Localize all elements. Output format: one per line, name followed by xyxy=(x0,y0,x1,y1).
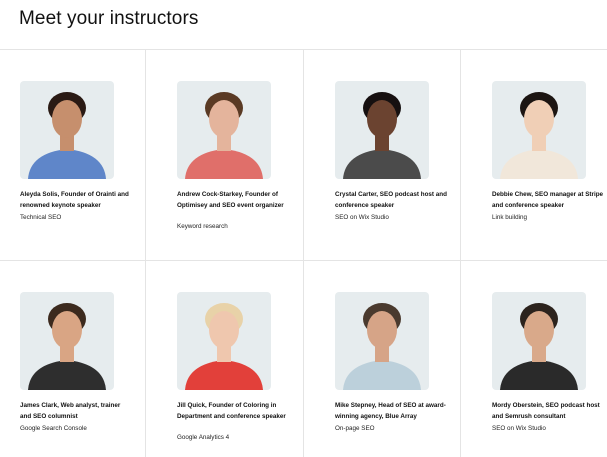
instructor-name: Aleyda Solis, Founder of Orainti and ren… xyxy=(20,191,129,209)
instructor-card[interactable]: Aleyda Solis, Founder of Orainti and ren… xyxy=(0,50,146,261)
instructor-topic: Google Search Console xyxy=(20,425,87,432)
instructor-card[interactable]: Jill Quick, Founder of Coloring in Depar… xyxy=(146,261,304,457)
page-header: Meet your instructors xyxy=(0,0,607,50)
portrait-face xyxy=(52,311,82,349)
instructor-grid: Aleyda Solis, Founder of Orainti and ren… xyxy=(0,50,607,457)
instructor-photo xyxy=(335,292,429,390)
portrait-shoulders xyxy=(343,149,421,179)
portrait-face xyxy=(209,311,239,349)
instructor-photo xyxy=(335,81,429,179)
portrait-illustration xyxy=(343,92,421,179)
instructor-name: Andrew Cock-Starkey, Founder of Optimise… xyxy=(177,191,284,209)
instructor-topic: Link building xyxy=(492,214,528,221)
instructor-card[interactable]: James Clark, Web analyst, trainer and SE… xyxy=(0,261,146,457)
instructor-photo xyxy=(492,81,586,179)
instructor-name: James Clark, Web analyst, trainer and SE… xyxy=(20,402,121,420)
portrait-face xyxy=(367,100,397,138)
instructor-card[interactable]: Andrew Cock-Starkey, Founder of Optimise… xyxy=(146,50,304,261)
instructor-photo xyxy=(177,81,271,179)
portrait-shoulders xyxy=(500,149,578,179)
instructor-topic: On-page SEO xyxy=(335,425,375,432)
portrait-face xyxy=(52,100,82,138)
instructor-photo xyxy=(20,81,114,179)
portrait-face xyxy=(367,311,397,349)
portrait-illustration xyxy=(500,92,578,179)
instructor-topic: SEO on Wix Studio xyxy=(335,214,389,221)
portrait-shoulders xyxy=(185,149,263,179)
instructor-photo xyxy=(492,292,586,390)
instructor-name: Jill Quick, Founder of Coloring in Depar… xyxy=(177,402,286,420)
portrait-face xyxy=(209,100,239,138)
instructor-topic: Technical SEO xyxy=(20,214,62,221)
instructor-name: Mordy Oberstein, SEO podcast host and Se… xyxy=(492,402,600,420)
portrait-shoulders xyxy=(500,360,578,390)
instructor-card[interactable]: Crystal Carter, SEO podcast host and con… xyxy=(304,50,461,261)
portrait-face xyxy=(524,311,554,349)
instructor-name: Debbie Chew, SEO manager at Stripe and c… xyxy=(492,191,604,209)
portrait-illustration xyxy=(343,303,421,390)
instructor-card[interactable]: Mike Stepney, Head of SEO at award-winni… xyxy=(304,261,461,457)
portrait-shoulders xyxy=(28,149,106,179)
portrait-shoulders xyxy=(185,360,263,390)
instructor-topic: SEO on Wix Studio xyxy=(492,425,546,432)
instructor-name: Crystal Carter, SEO podcast host and con… xyxy=(335,191,447,209)
instructor-photo xyxy=(20,292,114,390)
portrait-face xyxy=(524,100,554,138)
instructor-card[interactable]: Debbie Chew, SEO manager at Stripe and c… xyxy=(461,50,607,261)
portrait-shoulders xyxy=(343,360,421,390)
portrait-illustration xyxy=(185,92,263,179)
page-title: Meet your instructors xyxy=(19,8,199,29)
portrait-illustration xyxy=(185,303,263,390)
portrait-shoulders xyxy=(28,360,106,390)
instructor-name: Mike Stepney, Head of SEO at award-winni… xyxy=(335,402,446,420)
instructor-topic: Keyword research xyxy=(177,223,228,230)
portrait-illustration xyxy=(28,92,106,179)
instructor-card[interactable]: Mordy Oberstein, SEO podcast host and Se… xyxy=(461,261,607,457)
portrait-illustration xyxy=(28,303,106,390)
portrait-illustration xyxy=(500,303,578,390)
instructor-photo xyxy=(177,292,271,390)
instructor-topic: Google Analytics 4 xyxy=(177,434,230,441)
